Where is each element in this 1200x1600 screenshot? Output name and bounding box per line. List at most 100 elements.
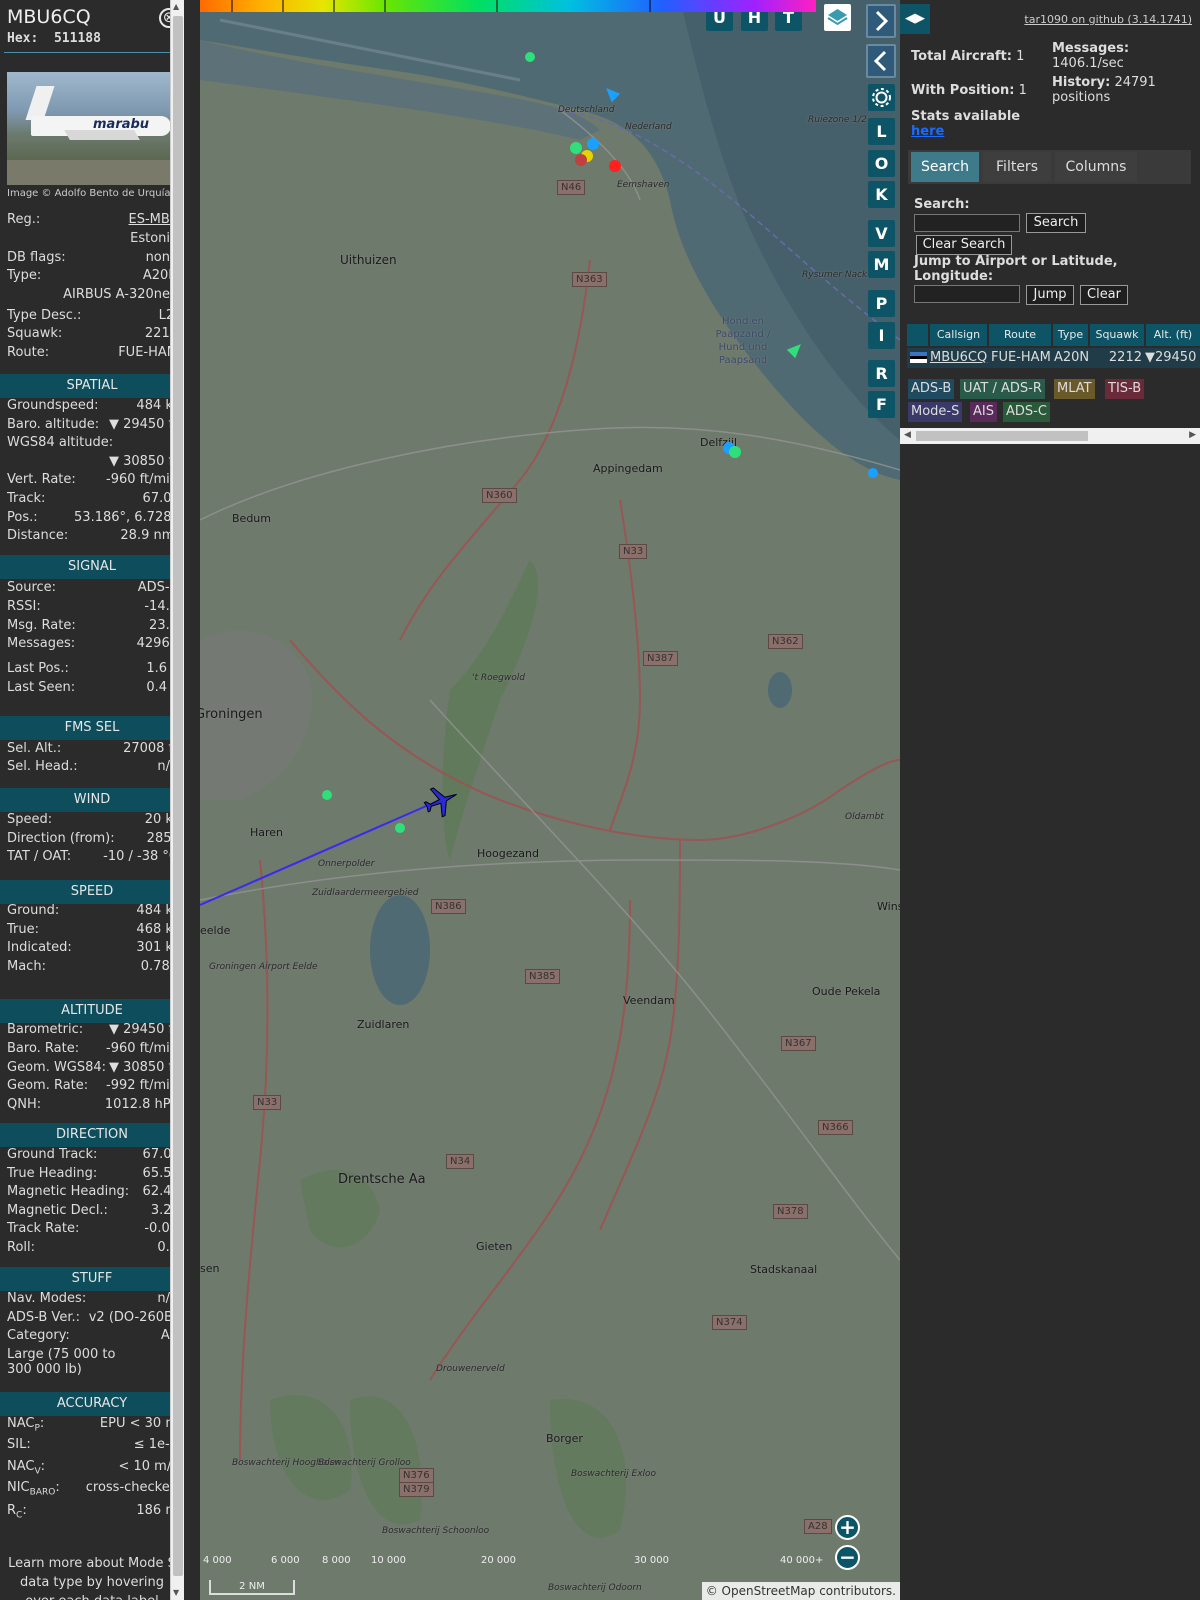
aircraft-photo[interactable]: marabu — [7, 72, 178, 185]
tab-columns[interactable]: Columns — [1055, 152, 1137, 182]
zoom-out-button[interactable]: − — [835, 1545, 860, 1570]
other-aircraft-marker[interactable] — [395, 823, 405, 833]
info-panel-scrollbar[interactable]: ▲ ▼ — [170, 0, 184, 1600]
map-place-label: Gieten — [476, 1240, 513, 1253]
altitude-scale-label: 30 000 — [634, 1555, 669, 1566]
column-route[interactable]: Route — [989, 324, 1051, 346]
other-aircraft-marker[interactable] — [525, 52, 535, 62]
scroll-left-icon[interactable]: ◀ — [904, 430, 911, 440]
search-label: Search: — [914, 197, 970, 212]
map-place-label: Oldambt — [845, 812, 884, 822]
map-attribution[interactable]: © OpenStreetMap contributors. — [701, 1582, 900, 1600]
info-label: TAT / OAT: — [7, 849, 72, 864]
info-label: NICBARO: — [7, 1480, 60, 1498]
info-row: Mach: 0.784 — [7, 959, 178, 977]
info-label: Magnetic Heading: — [7, 1184, 130, 1199]
expand-panel-button[interactable] — [866, 4, 896, 38]
table-row[interactable]: MBU6CQ FUE-HAM A20N 2212 ▼29450 — [907, 348, 1200, 368]
info-label: SIL: — [7, 1437, 31, 1452]
other-aircraft-marker[interactable] — [322, 790, 332, 800]
table-horizontal-scrollbar[interactable]: ◀ ▶ — [900, 428, 1200, 444]
map-place-label: Hond en Paapzand / Hund und Paapsand — [715, 316, 771, 366]
scroll-up-icon[interactable]: ▲ — [173, 2, 179, 11]
road-shield: N379 — [399, 1482, 434, 1497]
map-button-r[interactable]: R — [868, 360, 895, 387]
section-header-altitude: ALTITUDE — [0, 999, 184, 1023]
road-shield: N385 — [525, 969, 560, 984]
info-label: Barometric: — [7, 1022, 84, 1037]
jump-button[interactable]: Jump — [1026, 285, 1074, 305]
info-label: Last Pos.: — [7, 661, 69, 676]
info-label: Geom. WGS84: — [7, 1060, 107, 1075]
aircraft-callsign: MBU6CQ — [7, 6, 91, 28]
scroll-right-icon[interactable]: ▶ — [1189, 430, 1196, 440]
layers-button[interactable] — [824, 4, 851, 31]
map-place-label: Groningen — [200, 707, 263, 722]
ship-cluster-marker[interactable] — [565, 130, 625, 175]
info-label: Roll: — [7, 1240, 36, 1255]
settings-button[interactable] — [868, 84, 895, 111]
info-row: Messages: 42967 — [7, 636, 178, 654]
info-value: 1012.8 hPa — [104, 1097, 178, 1112]
column-type[interactable]: Type — [1053, 324, 1088, 346]
stats-link[interactable]: here — [911, 124, 944, 139]
road-shield: N33 — [619, 544, 648, 559]
info-label: DB flags: — [7, 250, 66, 265]
map-place-label: Appingedam — [593, 462, 663, 475]
jump-input[interactable] — [914, 285, 1020, 303]
info-value: cross-checked — [85, 1480, 178, 1495]
map-button-f[interactable]: F — [868, 391, 895, 418]
map-button-p[interactable]: P — [868, 290, 895, 317]
selected-aircraft-panel: MBU6CQ Hex: 511188 ⊗ marabu Image © Adol… — [0, 0, 184, 1600]
stats-available: Stats available here — [911, 109, 1021, 139]
scroll-down-icon[interactable]: ▼ — [173, 1588, 179, 1597]
column-flag[interactable] — [907, 324, 928, 346]
section-header-accuracy: ACCURACY — [0, 1392, 184, 1416]
search-button[interactable]: Search — [1026, 213, 1086, 233]
selected-aircraft-icon[interactable] — [422, 782, 460, 820]
info-label: Distance: — [7, 528, 69, 543]
map-button-v[interactable]: V — [868, 220, 895, 247]
altitude-scale-label: 20 000 — [481, 1555, 516, 1566]
info-value: 53.186°, 6.728° — [74, 510, 178, 525]
clear-search-button[interactable]: Clear Search — [916, 235, 1012, 255]
info-row: Magnetic Heading: 62.4° — [7, 1184, 178, 1202]
chevron-right-icon — [875, 10, 889, 32]
gear-icon — [872, 88, 891, 107]
collapse-panel-button[interactable] — [866, 44, 896, 78]
map-place-label: Ruiezone 1/2 — [808, 115, 867, 125]
map-button-k[interactable]: K — [868, 181, 895, 208]
map-button-m[interactable]: M — [868, 251, 895, 278]
github-link[interactable]: tar1090 on github (3.14.1741) — [1024, 13, 1192, 26]
info-row: Speed: 20 kt — [7, 812, 178, 830]
info-row[interactable]: Reg.: ES-MBE — [7, 212, 178, 230]
row-callsign[interactable]: MBU6CQ — [930, 348, 987, 368]
column-altitude[interactable]: Alt. (ft) — [1146, 324, 1200, 346]
info-row: Source: ADS-B — [7, 580, 178, 598]
info-row: TAT / OAT: -10 / -38 °C — [7, 849, 178, 867]
other-aircraft-marker[interactable] — [868, 468, 878, 478]
info-row: AIRBUS A-320neo — [7, 287, 178, 305]
tab-filters[interactable]: Filters — [983, 152, 1051, 182]
info-row: ADS-B Ver.: v2 (DO-260B) — [7, 1310, 178, 1328]
column-squawk[interactable]: Squawk — [1090, 324, 1144, 346]
toggle-sidebar-button[interactable]: ◀▶ — [900, 4, 930, 34]
map-button-i[interactable]: I — [868, 322, 895, 349]
source-legend-chip: MLAT — [1054, 379, 1095, 399]
ship-cluster-marker[interactable] — [723, 440, 743, 460]
aircraft-table-header: Callsign Route Type Squawk Alt. (ft) — [907, 324, 1200, 346]
map-button-o[interactable]: O — [868, 150, 895, 177]
info-label: Geom. Rate: — [7, 1078, 89, 1093]
map-button-l[interactable]: L — [868, 118, 895, 145]
altitude-scale-label: 8 000 — [322, 1555, 351, 1566]
column-callsign[interactable]: Callsign — [930, 324, 987, 346]
info-label: Track Rate: — [7, 1221, 80, 1236]
search-input[interactable] — [914, 214, 1020, 232]
tab-search[interactable]: Search — [911, 152, 979, 182]
clear-jump-button[interactable]: Clear — [1080, 285, 1128, 305]
map-place-label: Hoogezand — [477, 847, 539, 860]
section-header-signal: SIGNAL — [0, 555, 184, 579]
zoom-in-button[interactable]: + — [835, 1515, 860, 1540]
source-legend-chip: AIS — [970, 402, 997, 422]
map-view[interactable]: Uithuizen Eemshaven Appingedam Delfzijl Bedu… — [200, 0, 900, 1600]
